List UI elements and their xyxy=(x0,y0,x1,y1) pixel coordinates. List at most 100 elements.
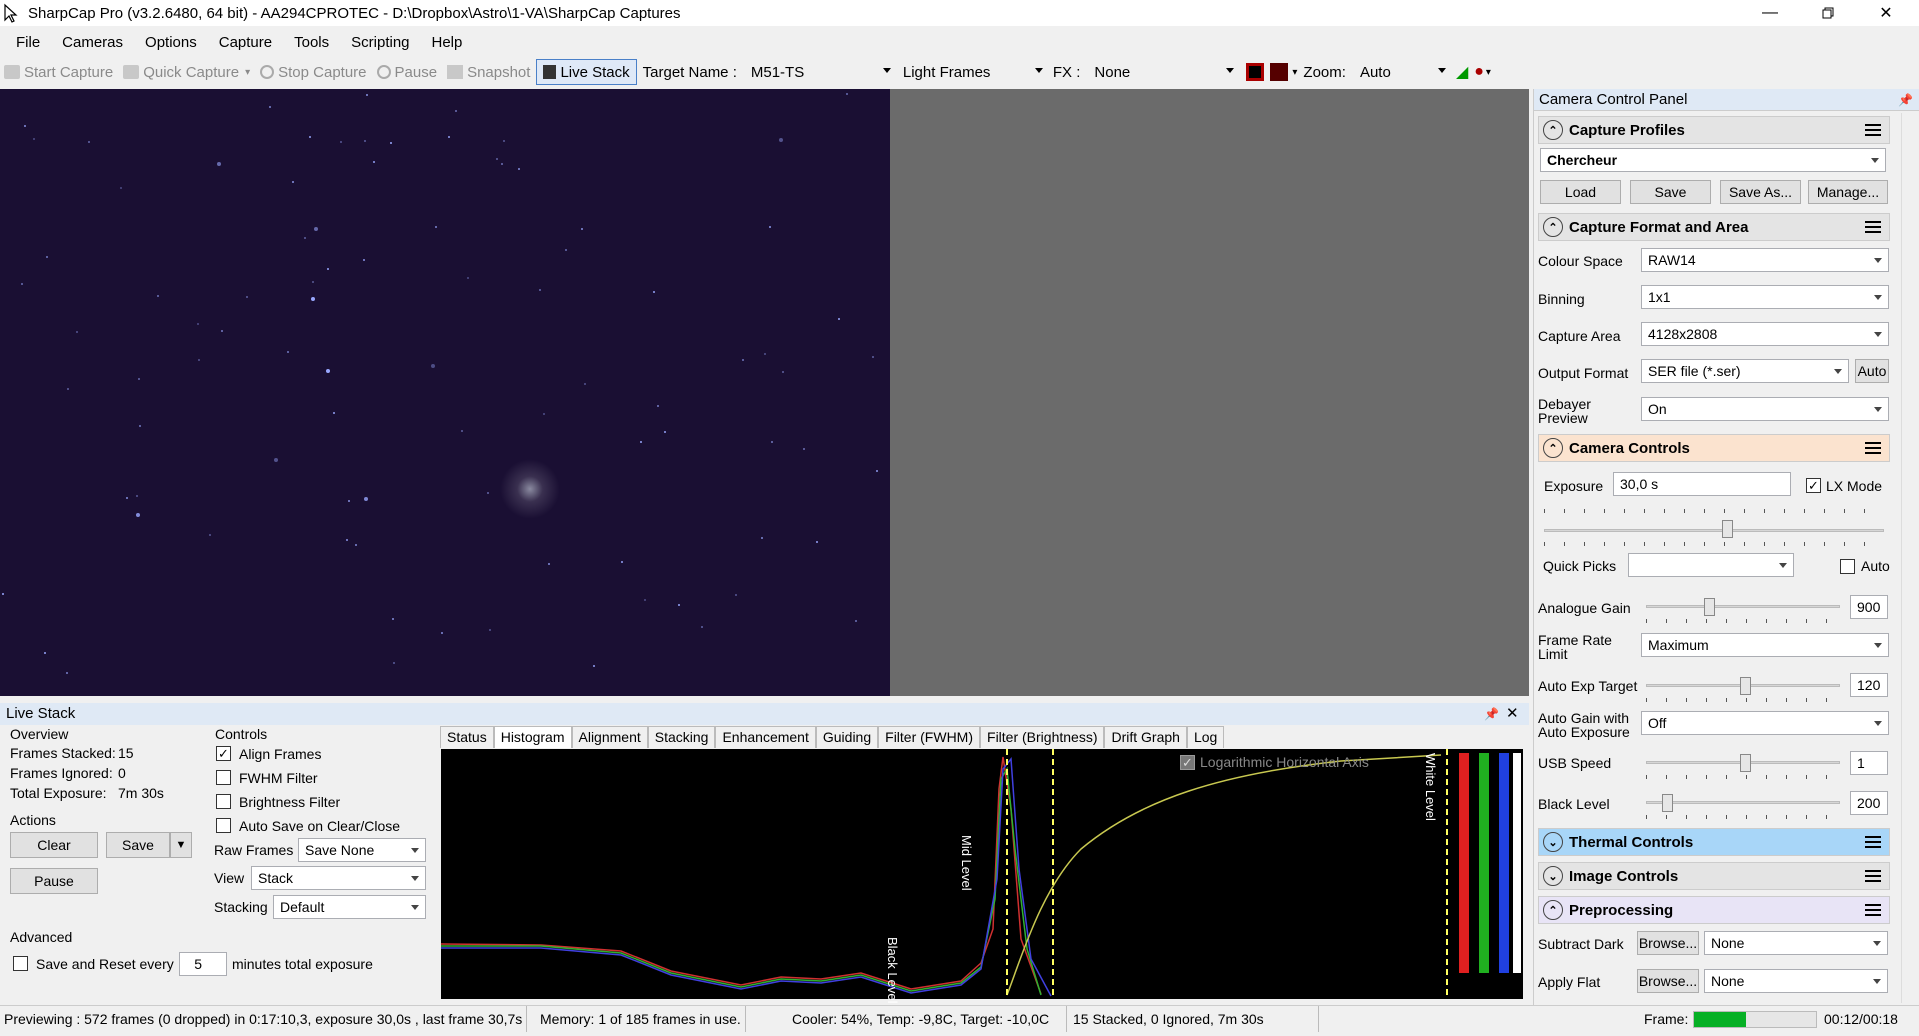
brightness-filter-checkbox[interactable] xyxy=(216,794,231,809)
image-viewer[interactable] xyxy=(0,89,1529,696)
tab-alignment[interactable]: Alignment xyxy=(571,726,648,748)
lx-mode-checkbox[interactable]: ✓ xyxy=(1806,478,1821,493)
frame-type-combo[interactable]: Light Frames xyxy=(897,60,1047,84)
slider-thumb[interactable] xyxy=(1704,598,1715,616)
slider-thumb[interactable] xyxy=(1722,520,1733,538)
ccp-scrollbar[interactable] xyxy=(1901,113,1919,1003)
snapshot-button[interactable]: Snapshot xyxy=(447,64,530,81)
flat-browse-button[interactable]: Browse... xyxy=(1637,969,1699,993)
exposure-slider[interactable] xyxy=(1544,505,1884,546)
reset-minutes-input[interactable]: 5 xyxy=(179,952,227,976)
thermal-controls-section[interactable]: ⌄ Thermal Controls xyxy=(1538,828,1890,856)
chevron-down-icon[interactable]: ⌄ xyxy=(1543,866,1563,886)
profile-save-as-button[interactable]: Save As... xyxy=(1720,180,1801,204)
blue-channel-bar[interactable] xyxy=(1499,753,1509,973)
close-button[interactable]: ✕ xyxy=(1857,0,1915,26)
tab-stacking[interactable]: Stacking xyxy=(647,726,716,748)
tab-histogram[interactable]: Histogram xyxy=(493,726,572,748)
live-stack-button[interactable]: Live Stack xyxy=(536,59,637,85)
auto-save-checkbox[interactable] xyxy=(216,818,231,833)
chevron-down-icon[interactable]: ⌄ xyxy=(1543,832,1563,852)
output-format-select[interactable]: SER file (*.ser) xyxy=(1641,359,1849,383)
restore-button[interactable] xyxy=(1799,0,1857,26)
dark-browse-button[interactable]: Browse... xyxy=(1637,931,1699,955)
red-channel-bar[interactable] xyxy=(1459,753,1469,973)
fx-combo[interactable]: None xyxy=(1088,60,1238,84)
image-controls-section[interactable]: ⌄ Image Controls xyxy=(1538,862,1890,890)
usb-speed-input[interactable]: 1 xyxy=(1850,751,1888,775)
capture-format-section[interactable]: ⌃ Capture Format and Area xyxy=(1538,213,1890,241)
clear-button[interactable]: Clear xyxy=(10,832,98,858)
save-stack-button[interactable]: Save xyxy=(106,832,170,858)
pause-stack-button[interactable]: Pause xyxy=(10,868,98,894)
save-options-button[interactable]: ▼ xyxy=(170,832,192,858)
quick-picks-select[interactable] xyxy=(1628,553,1794,577)
auto-gain-select[interactable]: Off xyxy=(1641,711,1889,735)
reticle-cross-icon[interactable] xyxy=(1270,63,1289,81)
chevron-down-icon[interactable]: ▾ xyxy=(1292,67,1297,78)
slider-thumb[interactable] xyxy=(1662,794,1673,812)
tab-guiding[interactable]: Guiding xyxy=(815,726,879,748)
start-capture-button[interactable]: Start Capture xyxy=(4,64,113,81)
pause-button[interactable]: Pause xyxy=(376,64,437,81)
menu-scripting[interactable]: Scripting xyxy=(340,34,420,51)
menu-icon[interactable] xyxy=(1865,870,1881,882)
chevron-down-icon[interactable]: ▾ xyxy=(1486,67,1491,78)
zoom-combo[interactable]: Auto xyxy=(1354,60,1450,84)
auto-exp-slider[interactable] xyxy=(1646,677,1840,703)
capture-profiles-section[interactable]: ⌃ Capture Profiles xyxy=(1538,116,1890,144)
chevron-up-icon[interactable]: ⌃ xyxy=(1543,120,1563,140)
tab-enhancement[interactable]: Enhancement xyxy=(715,726,816,748)
menu-capture[interactable]: Capture xyxy=(208,34,283,51)
reticle-red-icon[interactable] xyxy=(1246,63,1265,81)
menu-tools[interactable]: Tools xyxy=(283,34,340,51)
view-select[interactable]: Stack xyxy=(251,866,426,890)
output-format-auto-button[interactable]: Auto xyxy=(1855,359,1889,383)
colour-space-select[interactable]: RAW14 xyxy=(1641,248,1889,272)
profile-load-button[interactable]: Load xyxy=(1540,180,1621,204)
chevron-up-icon[interactable]: ⌃ xyxy=(1543,900,1563,920)
auto-exp-input[interactable]: 120 xyxy=(1850,673,1888,697)
black-level-slider[interactable] xyxy=(1646,794,1840,820)
tab-drift-graph[interactable]: Drift Graph xyxy=(1104,726,1187,748)
stacking-select[interactable]: Default xyxy=(273,895,426,919)
slider-thumb[interactable] xyxy=(1740,677,1751,695)
pin-icon[interactable]: 📌 xyxy=(1484,703,1499,725)
black-level-input[interactable]: 200 xyxy=(1850,791,1888,815)
gain-slider[interactable] xyxy=(1646,598,1840,624)
quick-capture-button[interactable]: Quick Capture ▾ xyxy=(123,64,250,81)
slider-thumb[interactable] xyxy=(1740,754,1751,772)
zoom-icon[interactable]: ● xyxy=(1474,63,1484,81)
exposure-input[interactable]: 30,0 s xyxy=(1613,472,1791,496)
gain-input[interactable]: 900 xyxy=(1850,595,1888,619)
menu-icon[interactable] xyxy=(1865,904,1881,916)
raw-frames-select[interactable]: Save None xyxy=(298,838,426,862)
quick-picks-auto-checkbox[interactable] xyxy=(1840,559,1855,574)
menu-cameras[interactable]: Cameras xyxy=(51,34,134,51)
menu-icon[interactable] xyxy=(1865,124,1881,136)
profile-save-button[interactable]: Save xyxy=(1630,180,1711,204)
tab-filter-brightness[interactable]: Filter (Brightness) xyxy=(980,726,1105,748)
profile-manage-button[interactable]: Manage... xyxy=(1808,180,1888,204)
histogram-display[interactable]: ✓ Logarithmic Horizontal Axis Black Leve… xyxy=(441,749,1523,1003)
align-frames-checkbox[interactable]: ✓ xyxy=(216,746,231,761)
target-name-combo[interactable]: M51-TS xyxy=(745,60,895,84)
camera-controls-section[interactable]: ⌃ Camera Controls xyxy=(1538,434,1890,462)
frame-rate-select[interactable]: Maximum xyxy=(1641,633,1889,657)
green-channel-bar[interactable] xyxy=(1479,753,1489,973)
tab-filter-fwhm[interactable]: Filter (FWHM) xyxy=(878,726,981,748)
profile-select[interactable]: Chercheur xyxy=(1540,148,1886,172)
luma-channel-bar[interactable] xyxy=(1513,753,1521,973)
menu-icon[interactable] xyxy=(1865,836,1881,848)
fwhm-filter-checkbox[interactable] xyxy=(216,770,231,785)
stop-capture-button[interactable]: Stop Capture xyxy=(260,64,367,81)
close-icon[interactable]: ✕ xyxy=(1506,703,1519,725)
minimize-button[interactable]: — xyxy=(1741,0,1799,26)
save-reset-checkbox[interactable] xyxy=(13,956,28,971)
chevron-up-icon[interactable]: ⌃ xyxy=(1543,217,1563,237)
menu-help[interactable]: Help xyxy=(421,34,474,51)
menu-options[interactable]: Options xyxy=(134,34,208,51)
binning-select[interactable]: 1x1 xyxy=(1641,285,1889,309)
menu-icon[interactable] xyxy=(1865,221,1881,233)
capture-area-select[interactable]: 4128x2808 xyxy=(1641,322,1889,346)
